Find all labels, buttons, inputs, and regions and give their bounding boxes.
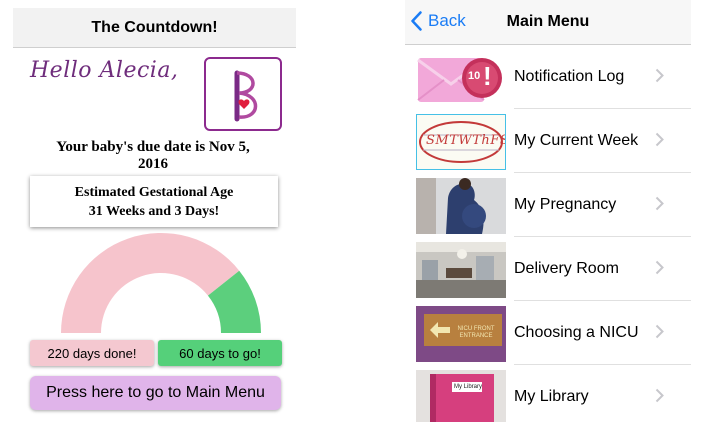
countdown-navbar: The Countdown! <box>13 8 296 48</box>
menu-item-notification-log[interactable]: 10 ! Notification Log <box>405 45 691 109</box>
menu-item-label: Choosing a NICU <box>514 324 639 341</box>
menu-item-label: My Library <box>514 388 589 405</box>
menu-item-label: My Current Week <box>514 132 639 149</box>
chevron-right-icon <box>655 260 664 275</box>
progress-gauge <box>61 233 261 333</box>
menu-item-choosing-a-nicu[interactable]: NICU FRONT ENTRANCE Choosing a NICU <box>405 301 691 365</box>
days-to-go-badge: 60 days to go! <box>158 340 282 366</box>
chevron-right-icon <box>655 68 664 83</box>
chevron-right-icon <box>655 388 664 403</box>
gestational-age-card: Estimated Gestational Age 31 Weeks and 3… <box>30 176 278 227</box>
chevron-right-icon <box>655 132 664 147</box>
due-date-line1: Your baby's due date is Nov 5, <box>56 139 250 155</box>
weekday-calendar-icon: SMTWThFS <box>416 114 506 170</box>
menu-item-my-current-week[interactable]: SMTWThFS My Current Week <box>405 109 691 173</box>
nicu-entrance-photo: NICU FRONT ENTRANCE <box>416 306 506 362</box>
chevron-right-icon <box>655 196 664 211</box>
library-label-text: My Library <box>453 384 482 390</box>
due-date-line2: 2016 <box>138 156 168 172</box>
gestational-age-heading: Estimated Gestational Age <box>74 185 234 200</box>
main-menu-button[interactable]: Press here to go to Main Menu <box>30 376 281 410</box>
delivery-room-photo <box>416 242 506 298</box>
weekday-letters: SMTWThFS <box>426 133 506 148</box>
countdown-screen: The Countdown! Hello Alecia, Your baby's… <box>13 0 296 422</box>
countdown-title: The Countdown! <box>91 18 218 36</box>
days-done-badge: 220 days done! <box>30 340 154 366</box>
main-menu-navbar: Back Main Menu <box>405 0 691 45</box>
menu-item-my-pregnancy[interactable]: My Pregnancy <box>405 173 691 237</box>
main-menu-screen: Back Main Menu 10 ! Notification Log SMT… <box>405 0 691 422</box>
envelope-alert-icon: 10 ! <box>416 50 506 106</box>
library-binder-photo: My Library <box>416 370 506 422</box>
menu-item-delivery-room[interactable]: Delivery Room <box>405 237 691 301</box>
pregnant-woman-photo <box>416 178 506 234</box>
chevron-right-icon <box>655 324 664 339</box>
notification-count-badge: 10 <box>468 70 481 82</box>
due-date-text: Your baby's due date is Nov 5, 2016 <box>28 139 278 173</box>
app-logo <box>204 57 282 131</box>
main-menu-title: Main Menu <box>506 13 590 30</box>
pregnancy-logo-icon <box>234 70 258 122</box>
menu-item-label: Notification Log <box>514 68 625 85</box>
nicu-sign-text: NICU FRONT ENTRANCE <box>457 326 495 339</box>
notification-exclamation-icon: ! <box>483 61 492 91</box>
menu-item-label: Delivery Room <box>514 260 619 277</box>
menu-item-my-library[interactable]: My Library My Library <box>405 365 691 422</box>
gestational-age-value: 31 Weeks and 3 Days! <box>88 204 220 219</box>
menu-item-label: My Pregnancy <box>514 196 617 213</box>
gauge-done-arc <box>61 233 240 333</box>
greeting: Hello Alecia, <box>30 58 179 83</box>
